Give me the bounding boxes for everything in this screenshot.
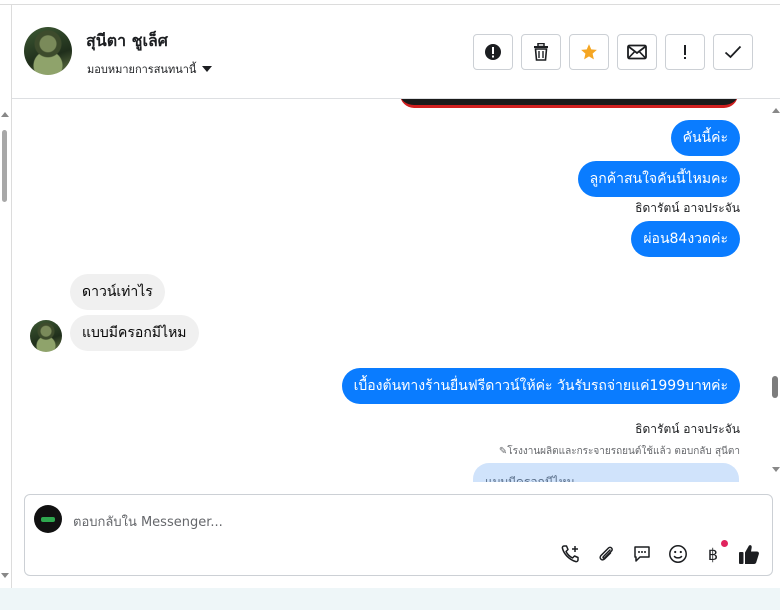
emoji-button[interactable] bbox=[667, 543, 689, 565]
message-bubble-incoming[interactable]: แบบมีครอกมีไหม bbox=[70, 315, 199, 351]
page-avatar bbox=[34, 505, 62, 533]
envelope-icon bbox=[627, 44, 647, 60]
message-bubble-outgoing[interactable]: เบื้องต้นทางร้านยื่นฟรีดาวน์ให้ค่ะ วันรั… bbox=[341, 368, 740, 404]
sender-name: ธิดารัตน์ อาจประจัน bbox=[635, 201, 740, 215]
contact-name[interactable]: สุนีตา ชูเล็ศ bbox=[86, 29, 168, 54]
scroll-down-arrow-icon[interactable] bbox=[1, 573, 9, 578]
exclamation-icon bbox=[684, 45, 686, 59]
assign-label: มอบหมายการสนทนานี้ bbox=[87, 63, 197, 76]
reply-arrow-icon: ✎ bbox=[498, 446, 508, 457]
reply-input[interactable]: ตอบกลับใน Messenger... bbox=[73, 511, 223, 532]
chat-bubble-icon bbox=[634, 546, 650, 562]
media-attachment-bottom[interactable] bbox=[400, 99, 738, 108]
bottom-background-band bbox=[0, 588, 780, 610]
replied-message-preview[interactable]: แบบมีครอกมีไหม bbox=[473, 463, 739, 482]
message-scroll-up-arrow-icon[interactable] bbox=[772, 108, 780, 113]
caret-down-icon bbox=[202, 66, 213, 72]
thumbs-up-icon bbox=[739, 545, 759, 564]
scroll-up-arrow-icon[interactable] bbox=[1, 112, 9, 117]
trash-icon bbox=[534, 43, 548, 61]
paperclip-icon bbox=[599, 546, 613, 561]
conversation-header: สุนีตา ชูเล็ศ มอบหมายการสนทนานี้ bbox=[12, 5, 780, 99]
message-bubble-outgoing[interactable]: ลูกค้าสนใจคันนี้ไหมคะ bbox=[577, 161, 740, 197]
message-bubble-outgoing[interactable]: คันนี้ค่ะ bbox=[670, 120, 740, 156]
baht-icon: ฿ bbox=[707, 544, 719, 564]
message-bubble-outgoing[interactable]: ผ่อน84งวดค่ะ bbox=[631, 221, 740, 257]
message-bubble-incoming[interactable]: ดาวน์เท่าไร bbox=[70, 274, 165, 310]
reply-context-note: ✎โรงงานผลิตและกระจายรถยนต์ใช้แล้ว ตอบกลั… bbox=[499, 444, 740, 459]
alert-circle-icon bbox=[485, 44, 501, 60]
smiley-icon bbox=[669, 545, 687, 563]
contact-avatar-small bbox=[30, 320, 62, 352]
left-scrollbar[interactable] bbox=[0, 100, 10, 580]
message-list[interactable]: คันนี้ค่ะ ลูกค้าสนใจคันนี้ไหมคะ ธิดารัตน… bbox=[12, 99, 772, 482]
delete-button[interactable] bbox=[521, 34, 561, 70]
payment-button[interactable]: ฿ bbox=[702, 543, 724, 565]
star-button[interactable] bbox=[569, 34, 609, 70]
sender-name: ธิดารัตน์ อาจประจัน bbox=[635, 422, 740, 436]
done-button[interactable] bbox=[713, 34, 753, 70]
assign-conversation-dropdown[interactable]: มอบหมายการสนทนานี้ bbox=[87, 60, 213, 78]
attach-file-button[interactable] bbox=[595, 543, 617, 565]
message-scroll-down-arrow-icon[interactable] bbox=[772, 467, 780, 472]
inbox-conversation-panel: สุนีตา ชูเล็ศ มอบหมายการสนทนานี้ คันนี้ค… bbox=[0, 0, 780, 610]
phone-add-button[interactable] bbox=[559, 543, 581, 565]
report-button[interactable] bbox=[473, 34, 513, 70]
thumbs-up-button[interactable] bbox=[738, 543, 760, 565]
left-scrollbar-thumb[interactable] bbox=[2, 130, 7, 202]
contact-avatar[interactable] bbox=[24, 27, 72, 75]
saved-replies-button[interactable] bbox=[631, 543, 653, 565]
important-button[interactable] bbox=[665, 34, 705, 70]
checkmark-icon bbox=[724, 45, 742, 59]
star-icon bbox=[581, 44, 597, 60]
phone-add-icon bbox=[561, 545, 579, 563]
reply-context-text: โรงงานผลิตและกระจายรถยนต์ใช้แล้ว ตอบกลับ… bbox=[507, 446, 740, 457]
notification-dot bbox=[721, 540, 728, 547]
reply-composer[interactable]: ตอบกลับใน Messenger... ฿ bbox=[24, 494, 773, 576]
mark-unread-button[interactable] bbox=[617, 34, 657, 70]
message-scrollbar-thumb[interactable] bbox=[772, 376, 778, 398]
